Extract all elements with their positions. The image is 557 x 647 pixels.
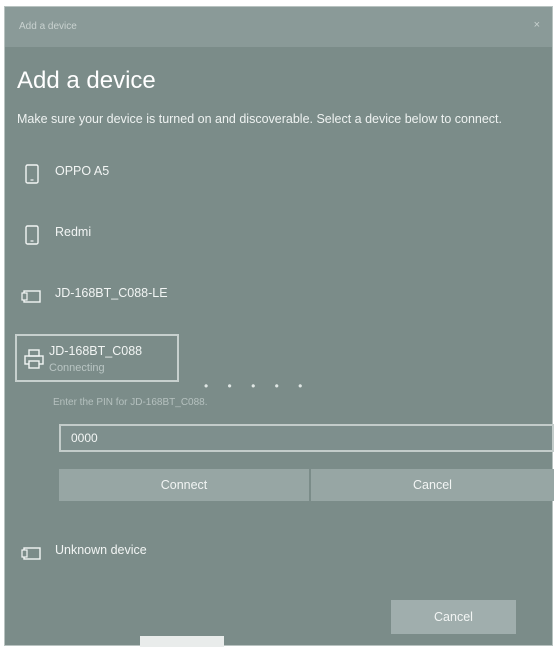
add-device-window: Add a device × Add a device Make sure yo… (4, 6, 554, 646)
printer-icon (24, 349, 44, 369)
cancel-button[interactable]: Cancel (391, 600, 516, 634)
device-name: Unknown device (55, 543, 147, 557)
device-item-unknown-device[interactable]: Unknown device (17, 538, 317, 568)
connect-button[interactable]: Connect (59, 469, 309, 501)
cancel-pin-button[interactable]: Cancel (311, 469, 554, 501)
device-item-jd-168bt-c088[interactable]: JD-168BT_C088 Connecting (15, 334, 179, 382)
device-item-redmi[interactable]: Redmi (17, 220, 317, 250)
device-item-oppo-a5[interactable]: OPPO A5 (17, 159, 317, 189)
device-status: Connecting (49, 362, 105, 374)
page-title: Add a device (17, 67, 156, 94)
title-bar: Add a device × (5, 7, 552, 47)
generic-device-icon (21, 290, 41, 303)
device-name: JD-168BT_C088-LE (55, 286, 168, 300)
pin-input[interactable] (59, 424, 554, 452)
pin-label: Enter the PIN for JD-168BT_C088. (53, 397, 208, 408)
close-icon[interactable]: × (534, 19, 540, 31)
taskbar-chip (140, 636, 224, 647)
phone-icon (25, 164, 39, 184)
device-name: Redmi (55, 225, 92, 239)
device-name: OPPO A5 (55, 164, 110, 178)
progress-dots: • • • • • (204, 379, 311, 393)
phone-icon (25, 225, 39, 245)
window-title: Add a device (19, 21, 77, 32)
device-item-jd-168bt-c088-le[interactable]: JD-168BT_C088-LE (17, 281, 317, 311)
device-name: JD-168BT_C088 (49, 344, 143, 358)
instructions-text: Make sure your device is turned on and d… (17, 112, 502, 126)
generic-device-icon (21, 547, 41, 560)
